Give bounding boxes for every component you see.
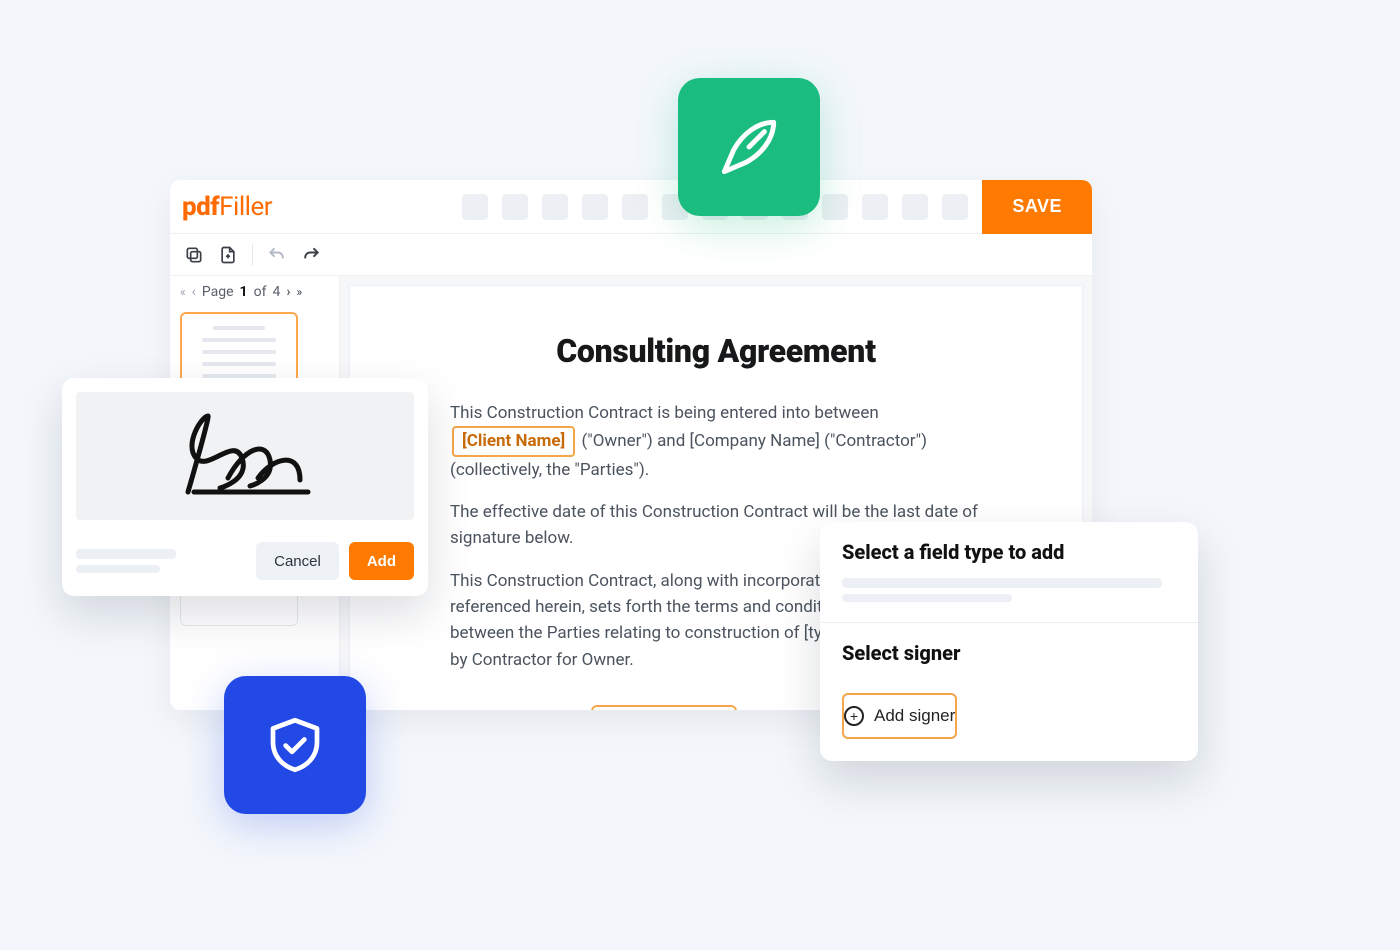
placeholder-line — [842, 578, 1162, 588]
brand-prefix: pdf — [182, 192, 219, 222]
toolbar-tab[interactable] — [822, 194, 848, 220]
select-signer-section: Select signer — [820, 623, 1198, 679]
last-page-icon[interactable]: » — [297, 285, 303, 299]
first-page-icon[interactable]: « — [180, 285, 186, 299]
document-paragraph: This Construction Contract is being ente… — [450, 400, 982, 483]
toolbar-tab[interactable] — [622, 194, 648, 220]
shield-check-icon — [262, 712, 328, 778]
placeholder-line — [842, 594, 1012, 602]
placeholder-line — [76, 565, 160, 573]
field-type-panel: Select a field type to add Select signer… — [820, 522, 1198, 761]
signature-actions: Cancel Add — [62, 534, 428, 596]
feather-icon — [712, 110, 786, 184]
editor-toolbar — [170, 234, 1092, 276]
signature-field[interactable]: Signature Field — [591, 705, 737, 710]
editor-topbar: pdfFiller SAVE — [170, 180, 1092, 234]
brand-suffix: Filler — [219, 192, 272, 222]
add-signer-label: Add signer — [874, 706, 955, 726]
prev-page-icon[interactable]: ‹ — [192, 284, 196, 300]
toolbar-tab[interactable] — [942, 194, 968, 220]
cancel-button[interactable]: Cancel — [256, 542, 339, 580]
page-current: 1 — [240, 284, 248, 300]
field-type-section: Select a field type to add — [820, 522, 1198, 622]
add-signer-button[interactable]: + Add signer — [842, 693, 957, 739]
toolbar-tab[interactable] — [462, 194, 488, 220]
add-button[interactable]: Add — [349, 542, 414, 580]
placeholder-line — [76, 549, 176, 559]
undo-icon[interactable] — [267, 245, 287, 265]
signature-icon — [150, 406, 340, 506]
toolbar-tab[interactable] — [502, 194, 528, 220]
brand-logo: pdfFiller — [182, 192, 272, 222]
doc-text: This Construction Contract is being ente… — [450, 403, 879, 423]
signature-panel: Cancel Add — [62, 378, 428, 596]
toolbar-separator — [252, 244, 253, 266]
redo-icon[interactable] — [301, 245, 321, 265]
toolbar-tab[interactable] — [542, 194, 568, 220]
toolbar-tab[interactable] — [582, 194, 608, 220]
select-signer-title: Select signer — [842, 641, 1176, 665]
client-name-field[interactable]: [Client Name] — [452, 426, 575, 456]
plus-circle-icon: + — [844, 706, 864, 726]
save-button[interactable]: SAVE — [982, 180, 1092, 234]
signature-canvas[interactable] — [76, 392, 414, 520]
add-page-icon[interactable] — [218, 245, 238, 265]
field-type-title: Select a field type to add — [842, 540, 1176, 564]
copy-icon[interactable] — [184, 245, 204, 265]
toolbar-tab[interactable] — [902, 194, 928, 220]
shield-tile — [224, 676, 366, 814]
page-navigator: « ‹ Page 1 of 4 › » — [180, 284, 329, 300]
feather-tile — [678, 78, 820, 216]
page-prefix: Page — [202, 284, 234, 300]
page-total: 4 — [272, 284, 280, 300]
toolbar-tab[interactable] — [862, 194, 888, 220]
page-of-word: of — [254, 284, 267, 300]
document-title: Consulting Agreement — [450, 332, 982, 370]
next-page-icon[interactable]: › — [286, 284, 290, 300]
